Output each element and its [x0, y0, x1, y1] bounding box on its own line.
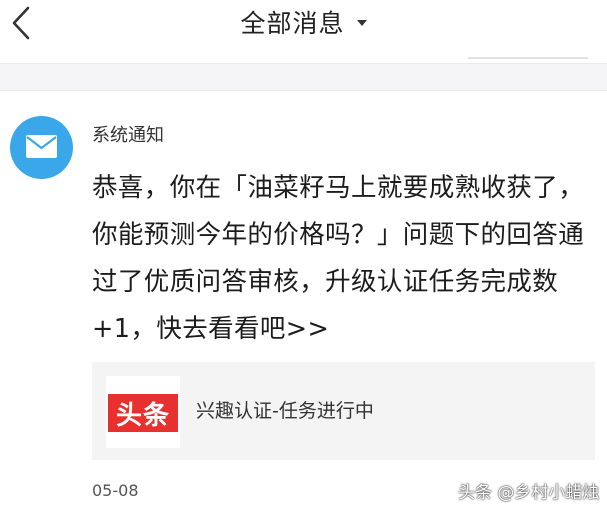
top-nav-bar: 全部消息	[0, 0, 607, 48]
message-filter-dropdown[interactable]: 全部消息	[0, 0, 607, 44]
notification-message[interactable]: 恭喜，你在「油菜籽马上就要成熟收获了，你能预测今年的价格吗？」问题下的回答通过了…	[92, 165, 597, 353]
watermark: 头条 @乡村小蜡烛	[458, 483, 600, 503]
logo-text: 头条	[108, 394, 178, 432]
system-avatar	[10, 116, 73, 179]
divider	[468, 57, 588, 59]
certification-card[interactable]: 头条 兴趣认证-任务进行中	[92, 362, 595, 460]
message-date: 05-08	[92, 481, 139, 500]
section-separator	[0, 63, 607, 91]
mail-envelope-icon	[26, 135, 57, 158]
sender-name: 系统通知	[92, 125, 164, 146]
caret-down-icon	[356, 20, 367, 26]
page-title: 全部消息	[240, 9, 345, 38]
toutiao-logo: 头条	[106, 376, 180, 448]
card-title: 兴趣认证-任务进行中	[196, 400, 374, 422]
